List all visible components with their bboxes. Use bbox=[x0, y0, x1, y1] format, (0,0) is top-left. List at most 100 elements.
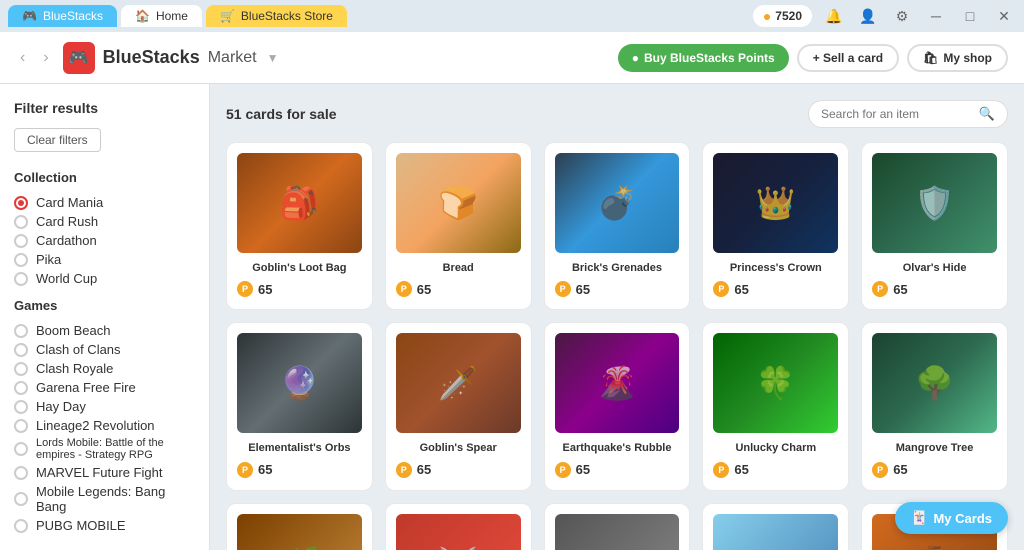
coin-icon: P bbox=[872, 462, 888, 478]
radio-pika[interactable] bbox=[14, 253, 28, 267]
card-item[interactable]: 🌳 Mangrove Tree P 65 bbox=[861, 322, 1008, 490]
minimize-button[interactable]: ─ bbox=[924, 4, 948, 28]
radio-marvel[interactable] bbox=[14, 466, 28, 480]
tab-bluestacks[interactable]: 🎮 BlueStacks bbox=[8, 5, 117, 27]
filter-hay-day[interactable]: Hay Day bbox=[14, 397, 195, 416]
tab-home[interactable]: 🏠 Home bbox=[121, 5, 202, 27]
radio-garena[interactable] bbox=[14, 381, 28, 395]
filter-mobile-legends[interactable]: Mobile Legends: Bang Bang bbox=[14, 482, 195, 516]
my-shop-label: My shop bbox=[943, 51, 992, 65]
radio-clash-royale[interactable] bbox=[14, 362, 28, 376]
buy-points-button[interactable]: ● Buy BlueStacks Points bbox=[618, 44, 789, 72]
filter-boom-beach-label: Boom Beach bbox=[36, 323, 110, 338]
radio-cardathon[interactable] bbox=[14, 234, 28, 248]
forward-button[interactable]: › bbox=[39, 45, 52, 71]
card-item[interactable]: 🍀 Unlucky Charm P 65 bbox=[702, 322, 849, 490]
card-name: Earthquake's Rubble bbox=[555, 441, 680, 455]
back-button[interactable]: ‹ bbox=[16, 45, 29, 71]
card-item[interactable]: 🛡️ Olvar's Hide P 65 bbox=[861, 142, 1008, 310]
card-item[interactable]: 🗡️ Goblin's Spear P 65 bbox=[385, 322, 532, 490]
filter-pika[interactable]: Pika bbox=[14, 250, 195, 269]
radio-lineage2[interactable] bbox=[14, 419, 28, 433]
coin-icon: P bbox=[396, 462, 412, 478]
radio-mobile-legends[interactable] bbox=[14, 492, 28, 506]
card-item[interactable]: 👑 Princess's Crown P 65 bbox=[702, 142, 849, 310]
filter-pubg[interactable]: PUBG MOBILE bbox=[14, 516, 195, 535]
nav-right: ● Buy BlueStacks Points + Sell a card 🛍 … bbox=[618, 44, 1008, 72]
card-image: ⚔️ bbox=[396, 514, 521, 550]
card-price: P 65 bbox=[396, 462, 521, 478]
radio-card-rush[interactable] bbox=[14, 215, 28, 229]
filter-world-cup[interactable]: World Cup bbox=[14, 269, 195, 288]
radio-clash-of-clans[interactable] bbox=[14, 343, 28, 357]
my-shop-button[interactable]: 🛍 My shop bbox=[907, 44, 1008, 72]
card-image: 🎒 bbox=[237, 153, 362, 253]
coin-icon: P bbox=[872, 281, 888, 297]
card-image: 💣 bbox=[555, 153, 680, 253]
filter-garena[interactable]: Garena Free Fire bbox=[14, 378, 195, 397]
filter-card-mania[interactable]: Card Mania bbox=[14, 193, 195, 212]
search-box[interactable]: 🔍 bbox=[808, 100, 1008, 128]
price-value: 65 bbox=[576, 462, 590, 477]
radio-pubg[interactable] bbox=[14, 519, 28, 533]
radio-boom-beach[interactable] bbox=[14, 324, 28, 338]
filter-lineage2[interactable]: Lineage2 Revolution bbox=[14, 416, 195, 435]
dropdown-arrow[interactable]: ▼ bbox=[267, 51, 279, 65]
card-item[interactable]: 🍞 Bread P 65 bbox=[385, 142, 532, 310]
card-item[interactable]: 🌋 Earthquake's Rubble P 65 bbox=[544, 322, 691, 490]
card-name: Olvar's Hide bbox=[872, 261, 997, 275]
card-price: P 65 bbox=[872, 462, 997, 478]
card-item[interactable]: 🎒 Goblin's Loot Bag P 65 bbox=[226, 142, 373, 310]
radio-world-cup[interactable] bbox=[14, 272, 28, 286]
filter-hay-day-label: Hay Day bbox=[36, 399, 86, 414]
account-button[interactable]: 👤 bbox=[856, 4, 880, 28]
my-cards-button[interactable]: 🃏 My Cards bbox=[895, 502, 1008, 534]
filter-marvel[interactable]: MARVEL Future Fight bbox=[14, 463, 195, 482]
search-input[interactable] bbox=[821, 107, 973, 121]
filter-cardathon[interactable]: Cardathon bbox=[14, 231, 195, 250]
filter-clash-royale[interactable]: Clash Royale bbox=[14, 359, 195, 378]
coin-icon: P bbox=[713, 281, 729, 297]
close-button[interactable]: ✕ bbox=[992, 4, 1016, 28]
card-item[interactable]: 💣 Brick's Grenades P 65 bbox=[544, 142, 691, 310]
filter-lineage2-label: Lineage2 Revolution bbox=[36, 418, 155, 433]
card-image: 🍞 bbox=[396, 153, 521, 253]
filter-lords-mobile[interactable]: Lords Mobile: Battle of the empires - St… bbox=[14, 435, 195, 463]
maximize-button[interactable]: □ bbox=[958, 4, 982, 28]
price-value: 65 bbox=[417, 282, 431, 297]
coin-icon: P bbox=[237, 281, 253, 297]
nav-bar: ‹ › 🎮 BlueStacks Market ▼ ● Buy BlueStac… bbox=[0, 32, 1024, 84]
coin-icon: P bbox=[555, 462, 571, 478]
price-value: 65 bbox=[258, 282, 272, 297]
bluestacks-icon: 🎮 bbox=[22, 9, 37, 23]
radio-lords-mobile[interactable] bbox=[14, 442, 28, 456]
filter-card-rush[interactable]: Card Rush bbox=[14, 212, 195, 231]
card-item[interactable]: ⚔️ bbox=[385, 503, 532, 550]
card-name: Goblin's Spear bbox=[396, 441, 521, 455]
content-area: 51 cards for sale 🔍 🎒 Goblin's Loot Bag … bbox=[210, 84, 1024, 550]
buy-points-label: Buy BlueStacks Points bbox=[644, 51, 775, 65]
card-item[interactable]: ☁️ bbox=[702, 503, 849, 550]
titlebar-right: ● 7520 🔔 👤 ⚙ ─ □ ✕ bbox=[753, 4, 1016, 28]
card-item[interactable]: 🔫 bbox=[544, 503, 691, 550]
settings-button[interactable]: ⚙ bbox=[890, 4, 914, 28]
radio-hay-day[interactable] bbox=[14, 400, 28, 414]
price-value: 65 bbox=[734, 462, 748, 477]
nav-brand: 🎮 BlueStacks Market ▼ bbox=[63, 42, 279, 74]
sell-card-button[interactable]: + Sell a card bbox=[797, 44, 899, 72]
tab-store[interactable]: 🛒 BlueStacks Store bbox=[206, 5, 347, 27]
filter-card-mania-label: Card Mania bbox=[36, 195, 103, 210]
filter-clash-of-clans[interactable]: Clash of Clans bbox=[14, 340, 195, 359]
card-image: 🔫 bbox=[555, 514, 680, 550]
card-item[interactable]: 🔮 Elementalist's Orbs P 65 bbox=[226, 322, 373, 490]
bell-button[interactable]: 🔔 bbox=[822, 4, 846, 28]
filter-lords-mobile-label: Lords Mobile: Battle of the empires - St… bbox=[36, 437, 195, 461]
card-price: P 65 bbox=[237, 281, 362, 297]
radio-card-mania[interactable] bbox=[14, 196, 28, 210]
card-price: P 65 bbox=[237, 462, 362, 478]
card-item[interactable]: 🌿 bbox=[226, 503, 373, 550]
filter-boom-beach[interactable]: Boom Beach bbox=[14, 321, 195, 340]
price-value: 65 bbox=[893, 462, 907, 477]
clear-filters-button[interactable]: Clear filters bbox=[14, 128, 101, 152]
collection-section-label: Collection bbox=[14, 170, 195, 185]
